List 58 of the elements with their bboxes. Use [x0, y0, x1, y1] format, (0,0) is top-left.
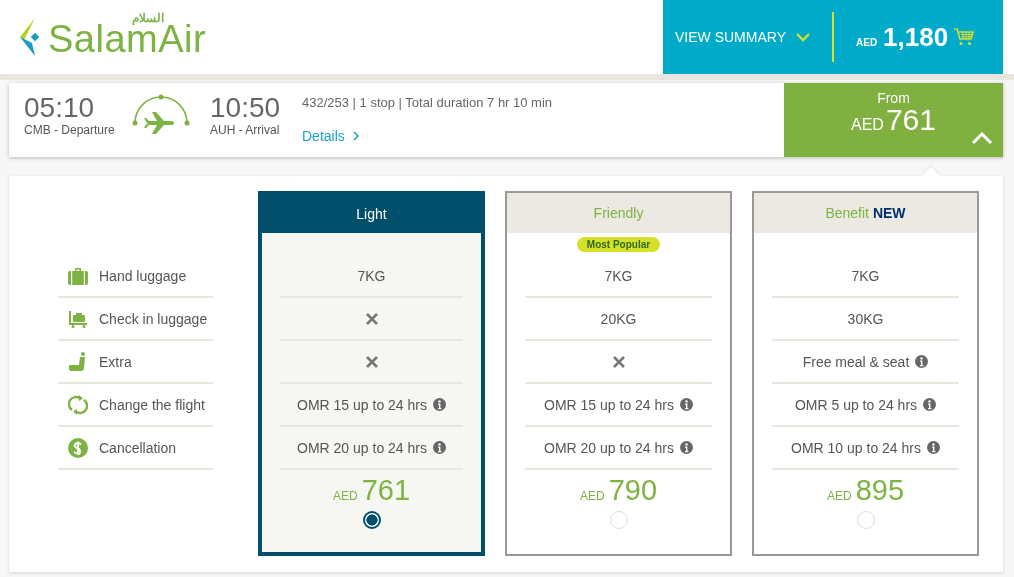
feature-label: Change the flight [99, 396, 205, 413]
fare-price: 761 [361, 474, 411, 507]
chevron-right-icon [352, 131, 359, 141]
info-icon[interactable] [432, 441, 446, 454]
fare-value: OMR 15 up to 24 hrs [297, 396, 427, 413]
fare-value: OMR 20 up to 24 hrs [297, 439, 427, 456]
fare-value: 30KG [847, 310, 884, 327]
info-icon[interactable] [679, 398, 693, 411]
currency-label: AED [826, 489, 852, 503]
flight-info: 432/253 | 1 stop | Total duration 7 hr 10 min [302, 95, 554, 110]
fare-name: Benefit NEW [825, 205, 906, 221]
fare-name: Light [356, 206, 387, 222]
fare-value: OMR 10 up to 24 hrs [791, 439, 921, 456]
chevron-down-icon [796, 32, 810, 42]
cross-icon [365, 312, 378, 325]
luggage-cart-icon [68, 309, 88, 328]
dollar-icon [68, 437, 88, 458]
fare-value: 7KG [604, 267, 633, 284]
fare-radio[interactable] [362, 511, 381, 529]
fare-value: OMR 15 up to 24 hrs [544, 396, 674, 413]
fare-price: 895 [855, 474, 905, 507]
departure-time: 05:10 [24, 93, 96, 123]
arrival-time: 10:50 [210, 93, 282, 123]
cross-icon [365, 355, 378, 368]
fare-value: OMR 5 up to 24 hrs [794, 396, 918, 413]
currency-label: AED [332, 489, 358, 503]
fare-value: Free meal & seat [802, 353, 910, 370]
currency-label: AED [856, 36, 878, 48]
fare-card[interactable]: Benefit NEW 7KG 30KG Free meal & seat OMR 5 up to 24 hrs OMR 10 up to 24 hrs AED 895 [752, 191, 979, 556]
feature-label: Cancellation [99, 439, 177, 456]
suitcase-icon [68, 266, 88, 285]
info-icon[interactable] [915, 355, 929, 368]
fare-card[interactable]: Friendly Most Popular 7KG 20KG OMR 15 up to 24 hrs OMR 20 up to 24 hrs AED 790 [505, 191, 732, 556]
arrival-label: AUH - Arrival [210, 123, 281, 137]
info-icon[interactable] [923, 398, 937, 411]
info-icon[interactable] [432, 398, 446, 411]
feature-label: Hand luggage [99, 267, 187, 284]
cross-icon [612, 355, 625, 368]
currency-label: AED [851, 116, 884, 134]
fare-value: 20KG [600, 310, 637, 327]
from-label: From [877, 90, 910, 106]
seat-icon [69, 351, 87, 372]
popular-badge: Most Popular [576, 236, 661, 252]
feature-label: Check in luggage [99, 310, 208, 327]
fare-card[interactable]: Light 7KG OMR 15 up to 24 hrs OMR 20 up to 24 hrs AED 761 [258, 191, 485, 556]
info-icon[interactable] [926, 441, 940, 454]
refresh-icon [68, 394, 88, 415]
currency-label: AED [579, 489, 605, 503]
from-price: 761 [885, 103, 936, 137]
info-icon[interactable] [679, 441, 693, 454]
fare-value: 7KG [851, 267, 880, 284]
fare-name: Friendly [593, 205, 644, 221]
fare-value: 7KG [357, 267, 386, 284]
departure-label: CMB - Departure [24, 123, 116, 137]
fare-price: 790 [608, 474, 658, 507]
total-price: 1,180 [883, 21, 949, 53]
fare-value: OMR 20 up to 24 hrs [544, 439, 674, 456]
feature-label: Extra [99, 353, 132, 370]
